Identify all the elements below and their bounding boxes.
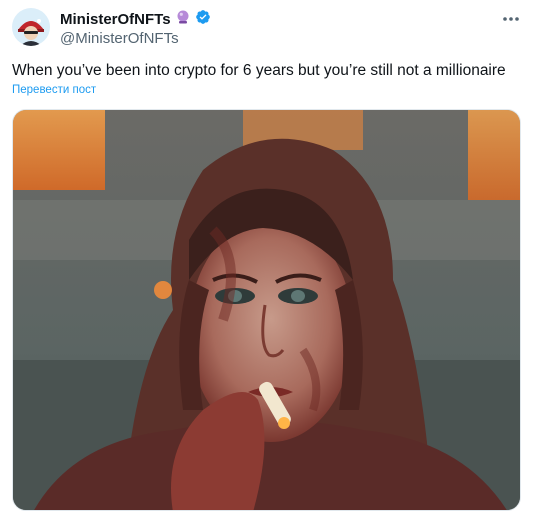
verified-badge-icon[interactable] <box>195 9 211 30</box>
tweet-card[interactable]: MinisterOfNFTs @MinisterOfNFTs When you’… <box>0 0 533 527</box>
tweet-text: When you’ve been into crypto for 6 years… <box>12 62 506 79</box>
author-handle[interactable]: @MinisterOfNFTs <box>60 30 211 47</box>
avatar[interactable] <box>12 8 50 46</box>
avatar-image <box>12 8 50 46</box>
more-options-icon <box>503 17 519 21</box>
photo-icon <box>13 110 520 510</box>
translate-link[interactable]: Перевести пост <box>12 84 96 96</box>
crystal-ball-icon <box>175 9 191 30</box>
tweet-media[interactable] <box>12 109 521 511</box>
display-name[interactable]: MinisterOfNFTs <box>60 11 171 28</box>
more-options-button[interactable] <box>501 12 521 26</box>
author-info: MinisterOfNFTs @MinisterOfNFTs <box>60 9 211 47</box>
author-name-row: MinisterOfNFTs <box>60 9 211 29</box>
